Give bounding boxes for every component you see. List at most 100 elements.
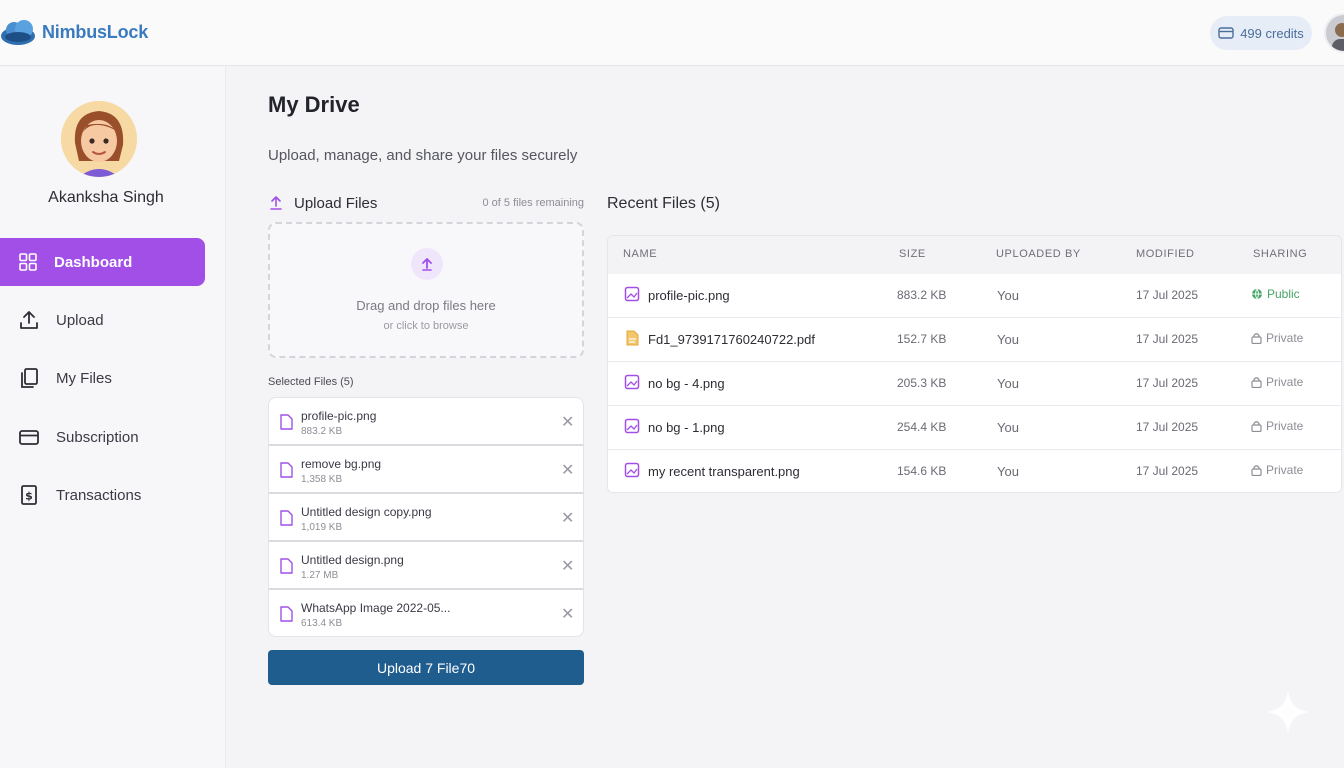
selected-file-size: 1,019 KB (301, 522, 343, 533)
remove-file-icon[interactable]: ✕ (561, 460, 574, 480)
sidebar-item-label: Transactions (56, 486, 142, 504)
upload-icon (20, 311, 38, 329)
column-uploaded-by-header[interactable]: UPLOADED BY (996, 248, 1081, 260)
selected-file-size: 1,358 KB (301, 474, 343, 485)
sidebar-item-label: Upload (56, 311, 104, 329)
recent-files-title: Recent Files (5) (607, 195, 720, 212)
uploaded-by: You (997, 288, 1019, 303)
card-icon (19, 430, 39, 445)
image-file-icon (624, 418, 640, 434)
file-size: 205.3 KB (897, 376, 947, 390)
selected-file-name: remove bg.png (301, 457, 382, 471)
sidebar-item-transactions[interactable]: $ Transactions (0, 471, 205, 519)
brand[interactable]: NimbusLock (0, 16, 148, 48)
file-size: 152.7 KB (897, 332, 947, 346)
selected-file-name: Untitled design.png (301, 553, 404, 567)
table-row[interactable]: profile-pic.png 883.2 KB You 17 Jul 2025… (608, 274, 1341, 318)
grid-icon (19, 253, 37, 271)
drop-zone-subtext: or click to browse (383, 320, 469, 332)
avatar-photo-icon (1332, 23, 1344, 51)
remove-file-icon[interactable]: ✕ (561, 508, 574, 528)
credit-card-icon (1218, 27, 1234, 39)
top-bar: NimbusLock 499 credits (0, 0, 1344, 66)
drop-zone[interactable]: Drag and drop files here or click to bro… (268, 222, 584, 358)
uploaded-by: You (997, 332, 1019, 347)
lock-icon (1251, 421, 1262, 432)
upload-title: Upload Files (294, 194, 378, 212)
file-icon (280, 558, 293, 574)
selected-file-name: WhatsApp Image 2022-05... (301, 601, 451, 615)
file-size: 254.4 KB (897, 420, 947, 434)
file-size: 154.6 KB (897, 464, 947, 478)
user-avatar[interactable] (1324, 13, 1344, 53)
sharing-status[interactable]: Public (1251, 287, 1300, 301)
receipt-icon: $ (21, 485, 37, 505)
page-title: My Drive (268, 92, 360, 117)
svg-text:$: $ (25, 490, 33, 503)
table-row[interactable]: my recent transparent.png 154.6 KB You 1… (608, 450, 1341, 492)
selected-files-title: Selected Files (5) (268, 376, 354, 388)
credits-badge[interactable]: 499 credits (1210, 16, 1312, 50)
remove-file-icon[interactable]: ✕ (561, 604, 574, 624)
file-name[interactable]: my recent transparent.png (648, 464, 800, 479)
sidebar-item-subscription[interactable]: Subscription (0, 413, 205, 461)
uploaded-by: You (997, 464, 1019, 479)
table-row[interactable]: no bg - 1.png 254.4 KB You 17 Jul 2025 P… (608, 406, 1341, 450)
table-row[interactable]: Fd1_9739171760240722.pdf 152.7 KB You 17… (608, 318, 1341, 362)
sidebar-item-dashboard[interactable]: Dashboard (0, 238, 205, 286)
selected-file-name: profile-pic.png (301, 409, 377, 423)
upload-arrow-icon (270, 196, 282, 210)
sidebar-item-label: Subscription (56, 428, 139, 446)
globe-icon (1252, 288, 1262, 300)
lock-icon (1251, 333, 1262, 344)
file-name[interactable]: Fd1_9739171760240722.pdf (648, 332, 815, 347)
image-file-icon (624, 374, 640, 390)
sharing-label: Private (1266, 375, 1304, 389)
file-name[interactable]: profile-pic.png (648, 288, 730, 303)
table-row[interactable]: no bg - 4.png 205.3 KB You 17 Jul 2025 P… (608, 362, 1341, 406)
recent-files-table: NAME SIZE UPLOADED BY MODIFIED SHARING p… (607, 235, 1342, 493)
image-file-icon (624, 286, 640, 302)
upload-files-button[interactable]: Upload 7 File70 (268, 650, 584, 685)
selected-file-size: 883.2 KB (301, 426, 343, 437)
remove-file-icon[interactable]: ✕ (561, 556, 574, 576)
sidebar-item-upload[interactable]: Upload (0, 296, 205, 344)
file-name[interactable]: no bg - 1.png (648, 420, 725, 435)
column-size-header[interactable]: SIZE (899, 248, 926, 260)
uploaded-by: You (997, 420, 1019, 435)
selected-file-name: Untitled design copy.png (301, 505, 432, 519)
profile-avatar[interactable] (61, 101, 137, 177)
upload-circle-icon (411, 248, 443, 280)
remove-file-icon[interactable]: ✕ (561, 412, 574, 432)
table-header: NAME SIZE UPLOADED BY MODIFIED SHARING (608, 236, 1341, 274)
sidebar-item-my-files[interactable]: My Files (0, 354, 205, 402)
brand-name: NimbusLock (42, 21, 149, 42)
cartoon-avatar-icon (61, 101, 137, 177)
file-size: 883.2 KB (897, 288, 947, 302)
selected-file-item: Untitled design.png 1.27 MB ✕ (269, 542, 583, 590)
selected-file-item: remove bg.png 1,358 KB ✕ (269, 446, 583, 494)
column-modified-header[interactable]: MODIFIED (1136, 248, 1195, 260)
sidebar-item-label: Dashboard (54, 253, 133, 271)
column-name-header[interactable]: NAME (623, 248, 657, 260)
sharing-status[interactable]: Private (1251, 375, 1303, 389)
selected-files-list: profile-pic.png 883.2 KB ✕ remove bg.png… (268, 397, 584, 637)
file-name[interactable]: no bg - 4.png (648, 376, 725, 391)
sharing-label: Private (1266, 331, 1304, 345)
sharing-status[interactable]: Private (1251, 331, 1303, 345)
selected-file-size: 613.4 KB (301, 618, 343, 629)
selected-file-item: Untitled design copy.png 1,019 KB ✕ (269, 494, 583, 542)
file-icon (280, 510, 293, 526)
sidebar-item-label: My Files (56, 369, 112, 387)
sharing-status[interactable]: Private (1251, 419, 1303, 433)
profile-name: Akanksha Singh (48, 189, 164, 206)
sharing-status[interactable]: Private (1251, 463, 1303, 477)
cloud-lock-logo-icon (1, 20, 35, 45)
column-sharing-header[interactable]: SHARING (1253, 248, 1307, 260)
drop-zone-text: Drag and drop files here (356, 298, 496, 313)
modified-date: 17 Jul 2025 (1136, 332, 1199, 346)
selected-file-item: WhatsApp Image 2022-05... 613.4 KB ✕ (269, 590, 583, 636)
sparkle-icon (1266, 690, 1310, 734)
selected-file-item: profile-pic.png 883.2 KB ✕ (269, 398, 583, 446)
sidebar: Akanksha Singh Dashboard Upload My Files… (0, 67, 226, 768)
